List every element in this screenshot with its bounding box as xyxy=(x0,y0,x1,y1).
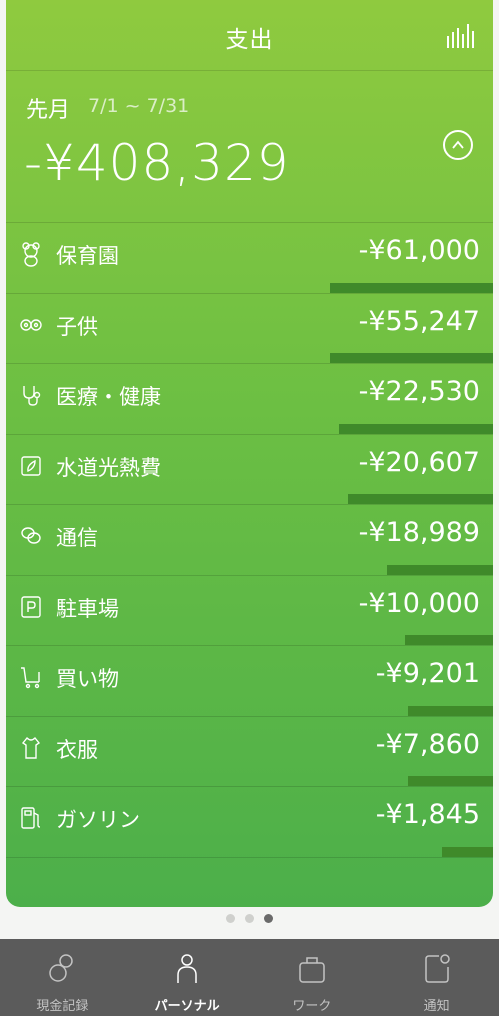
person-icon xyxy=(177,954,197,983)
category-bar xyxy=(329,282,493,293)
tab-bar: 現金記録 パーソナル ワーク 通知 xyxy=(0,939,499,1016)
clothes-icon xyxy=(21,736,41,759)
category-bar xyxy=(441,846,493,857)
category-row[interactable]: 買い物 -¥9,201 xyxy=(6,645,493,716)
stethoscope-icon xyxy=(23,386,41,406)
expense-card: 支出 先月 7/1 ~ 7/31 -¥408,329 保育園 -¥61,000 子供… xyxy=(6,0,493,907)
tab-label: 通知 xyxy=(423,999,450,1014)
notification-icon xyxy=(424,954,450,983)
category-amount: -¥1,845 xyxy=(375,799,480,830)
tab-label: ワーク xyxy=(292,999,332,1014)
page-title: 支出 xyxy=(225,27,274,53)
tab-label: パーソナル xyxy=(154,999,220,1014)
category-label: 子供 xyxy=(56,314,98,339)
briefcase-icon xyxy=(299,957,325,983)
tab-cash-record[interactable]: 現金記録 xyxy=(0,939,125,1016)
category-amount: -¥9,201 xyxy=(375,658,480,689)
period-label: 先月 xyxy=(26,98,71,123)
tab-label: 現金記録 xyxy=(36,999,89,1014)
header: 支出 xyxy=(6,0,493,71)
category-amount: -¥10,000 xyxy=(358,587,480,619)
utility-icon xyxy=(21,455,41,476)
cart-icon xyxy=(21,667,40,689)
category-label: ガソリン xyxy=(56,808,140,832)
category-label: 買い物 xyxy=(56,667,119,691)
category-label: 通信 xyxy=(56,526,98,550)
category-bar xyxy=(408,705,493,716)
category-bar xyxy=(408,776,493,786)
period-range: 7/1 ~ 7/31 xyxy=(88,95,190,117)
chat-bubbles-icon xyxy=(21,527,41,544)
category-row[interactable]: 保育園 -¥61,000 xyxy=(6,222,493,293)
page-dot[interactable] xyxy=(226,914,235,923)
tab-work[interactable]: ワーク xyxy=(250,939,375,1016)
tab-notifications[interactable]: 通知 xyxy=(374,939,499,1016)
category-row[interactable]: 水道光熱費 -¥20,607 xyxy=(6,433,493,504)
list-divider xyxy=(6,856,493,858)
category-bar xyxy=(348,494,493,504)
category-amount: -¥18,989 xyxy=(358,517,480,548)
category-row[interactable]: 衣服 -¥7,860 xyxy=(6,715,493,786)
baby-face-icon xyxy=(20,318,42,331)
category-label: 駐車場 xyxy=(56,596,119,621)
category-amount: -¥55,247 xyxy=(358,305,480,337)
category-amount: -¥61,000 xyxy=(358,235,480,266)
coins-icon xyxy=(49,954,74,982)
total-amount: -¥408,329 xyxy=(24,134,290,192)
page-indicator xyxy=(0,914,499,923)
category-row[interactable]: 通信 -¥18,989 xyxy=(6,504,493,575)
category-amount: -¥7,860 xyxy=(375,728,480,760)
teddy-bear-icon xyxy=(22,242,40,267)
category-label: 衣服 xyxy=(56,737,98,762)
fuel-pump-icon xyxy=(21,807,41,829)
category-row[interactable]: ガソリン -¥1,845 xyxy=(6,786,493,857)
category-row[interactable]: 医療・健康 -¥22,530 xyxy=(6,363,493,434)
category-bar xyxy=(405,635,493,645)
period-summary[interactable]: 先月 7/1 ~ 7/31 -¥408,329 xyxy=(6,70,493,222)
page-dot[interactable] xyxy=(245,914,254,923)
chevron-up-icon xyxy=(452,140,464,149)
category-row[interactable]: 子供 -¥55,247 xyxy=(6,292,493,363)
category-label: 医療・健康 xyxy=(56,385,161,409)
category-bar xyxy=(329,353,493,363)
page-dot[interactable] xyxy=(264,914,273,923)
category-amount: -¥20,607 xyxy=(358,446,480,478)
collapse-button[interactable] xyxy=(443,130,473,160)
category-list: 保育園 -¥61,000 子供 -¥55,247 医療・健康 -¥22,530 水道光熱費 -… xyxy=(6,222,493,858)
bar-chart-icon[interactable] xyxy=(445,22,475,50)
category-amount: -¥22,530 xyxy=(358,376,480,407)
category-label: 保育園 xyxy=(56,244,119,268)
category-bar xyxy=(387,564,493,575)
category-bar xyxy=(339,423,493,434)
category-row[interactable]: 駐車場 -¥10,000 xyxy=(6,574,493,645)
tab-personal[interactable]: パーソナル xyxy=(125,939,250,1016)
category-label: 水道光熱費 xyxy=(56,455,161,480)
parking-icon xyxy=(21,595,41,618)
